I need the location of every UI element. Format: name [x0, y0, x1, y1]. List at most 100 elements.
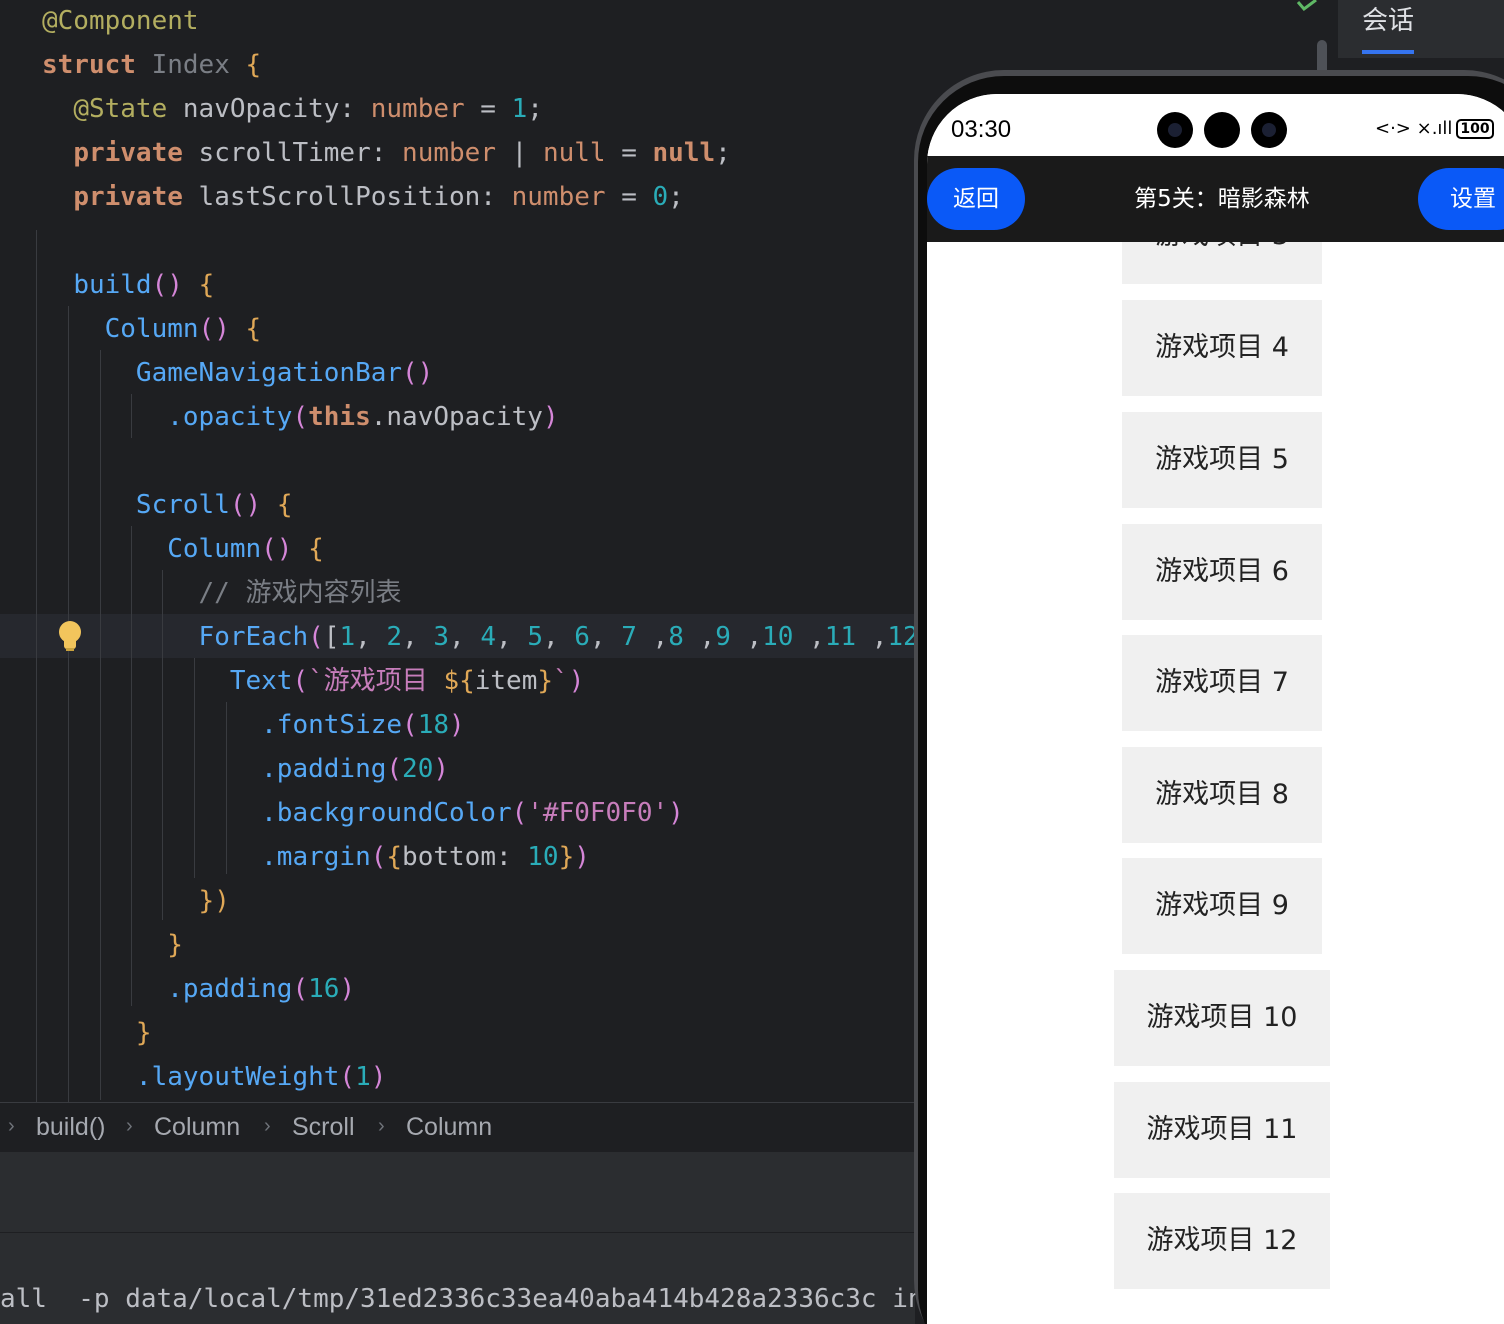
code-token: }: [167, 930, 183, 960]
list-item[interactable]: 游戏项目 4: [1122, 300, 1322, 396]
code-token: // 游戏内容列表: [42, 578, 402, 608]
code-token: @Component: [42, 6, 199, 36]
lightbulb-icon[interactable]: [58, 621, 82, 651]
code-token: (: [292, 974, 309, 1004]
code-line[interactable]: .layoutWeight(1): [42, 1055, 386, 1099]
code-token: ): [542, 402, 559, 432]
breadcrumb: › build() › Column › Scroll › Column: [0, 1102, 915, 1152]
code-line[interactable]: }: [42, 923, 183, 967]
breadcrumb-item-column-inner[interactable]: Column: [406, 1113, 492, 1142]
code-line[interactable]: .fontSize(18): [42, 703, 465, 747]
list-item[interactable]: 游戏项目 8: [1122, 747, 1322, 843]
code-token: ): [574, 842, 590, 872]
list-item[interactable]: 游戏项目 9: [1122, 858, 1322, 954]
game-navigation-bar: 第5关：暗影森林 返回 设置: [927, 156, 1504, 242]
code-token: 5: [527, 622, 543, 652]
code-token: 2: [386, 622, 403, 652]
code-token: bottom:: [402, 842, 528, 872]
code-token: ,: [355, 622, 387, 652]
code-token: .padding: [261, 754, 387, 784]
code-line[interactable]: }): [42, 879, 230, 923]
code-line[interactable]: Scroll() {: [42, 483, 293, 527]
code-token: ;: [527, 94, 543, 124]
code-token: {: [245, 50, 262, 80]
code-line[interactable]: @Component: [42, 0, 199, 43]
status-time: 03:30: [951, 116, 1012, 143]
chevron-right-icon: ›: [378, 1115, 385, 1137]
code-token: ${: [443, 666, 475, 696]
code-token: }: [135, 1018, 152, 1048]
code-line[interactable]: ForEach([1, 2, 3, 4, 5, 6, 7 ,8 ,9 ,10 ,…: [42, 615, 915, 659]
code-line[interactable]: Text(`游戏项目 ${item}`): [42, 659, 585, 703]
code-line[interactable]: build() {: [42, 263, 214, 307]
tab-chat[interactable]: 会话: [1362, 0, 1414, 37]
code-token: (: [292, 666, 309, 696]
code-token: ;: [668, 182, 684, 212]
back-button[interactable]: 返回: [927, 168, 1025, 230]
settings-button[interactable]: 设置: [1418, 168, 1504, 230]
code-line[interactable]: GameNavigationBar(): [42, 351, 433, 395]
code-token: 8: [668, 622, 684, 652]
code-line[interactable]: // 游戏内容列表: [42, 571, 402, 615]
code-token: (: [386, 754, 403, 784]
list-item[interactable]: 游戏项目 3: [1122, 242, 1322, 284]
list-item[interactable]: 游戏项目 12: [1114, 1193, 1330, 1289]
breadcrumb-item-scroll[interactable]: Scroll: [292, 1113, 355, 1142]
code-token: 18: [417, 710, 450, 740]
code-token: {: [245, 314, 262, 344]
list-item[interactable]: 游戏项目 10: [1114, 970, 1330, 1066]
breadcrumb-item-column[interactable]: Column: [154, 1113, 240, 1142]
code-token: GameNavigationBar: [135, 358, 403, 388]
code-line[interactable]: .margin({bottom: 10}): [42, 835, 590, 879]
code-token: =: [605, 182, 653, 212]
code-line[interactable]: Column() {: [42, 307, 262, 351]
code-token: 1: [511, 94, 528, 124]
code-token: (: [339, 1062, 356, 1092]
code-token: 12: [887, 622, 915, 652]
code-token: null: [652, 138, 716, 168]
code-token: (): [229, 490, 262, 520]
code-line[interactable]: .padding(16): [42, 967, 355, 1011]
code-token: (: [402, 710, 418, 740]
code-token: |: [495, 138, 543, 168]
list-item[interactable]: 游戏项目 6: [1122, 524, 1322, 620]
camera-icon: [1204, 112, 1240, 148]
code-line[interactable]: private lastScrollPosition: number = 0;: [42, 175, 684, 219]
code-editor[interactable]: @Component struct Index { @State navOpaci…: [0, 0, 915, 1102]
code-line[interactable]: .padding(20): [42, 747, 449, 791]
code-token: [: [323, 622, 340, 652]
code-line[interactable]: private scrollTimer: number | null = nul…: [42, 131, 731, 175]
list-item[interactable]: 游戏项目 5: [1122, 412, 1322, 508]
camera-icon: [1251, 112, 1287, 148]
code-line[interactable]: @State navOpacity: number = 1;: [42, 87, 543, 131]
code-line[interactable]: .opacity(this.navOpacity): [42, 395, 559, 439]
code-token: 9: [715, 622, 731, 652]
code-token: {: [198, 270, 215, 300]
list-item[interactable]: 游戏项目 7: [1122, 635, 1322, 731]
code-token: }: [558, 842, 575, 872]
code-token: build: [73, 270, 152, 300]
breadcrumb-item-build[interactable]: build(): [36, 1113, 105, 1142]
code-line[interactable]: }: [42, 1011, 152, 1055]
code-line[interactable]: .backgroundColor('#F0F0F0'): [42, 791, 684, 835]
code-token: 4: [480, 622, 496, 652]
list-item[interactable]: 游戏项目 11: [1114, 1082, 1330, 1178]
code-token: .padding: [167, 974, 293, 1004]
game-item-list[interactable]: 游戏项目 3 游戏项目 4 游戏项目 5 游戏项目 6 游戏项目 7 游戏项目 …: [927, 242, 1504, 1324]
phone-screen[interactable]: 03:30 <·> ×.ıll100 第5关：暗影森林 返回 设置 游戏项目 3…: [927, 94, 1504, 1324]
code-line[interactable]: Column() {: [42, 527, 324, 571]
code-token: }: [537, 666, 554, 696]
code-line[interactable]: struct Index {: [42, 43, 261, 87]
code-token: ): [568, 666, 585, 696]
chevron-right-icon: ›: [8, 1115, 15, 1137]
signal-icon: <·> ×.ıll 100: [1375, 118, 1494, 139]
chevron-right-icon: ›: [264, 1115, 271, 1137]
